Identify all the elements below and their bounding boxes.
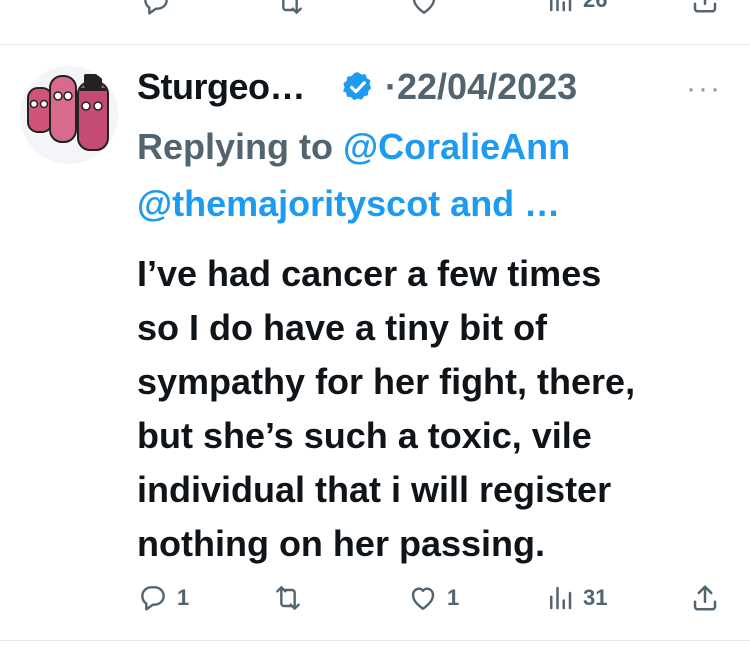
tweet-line-4: but she’s such a toxic, vile bbox=[137, 415, 592, 456]
tweet-line-2: so I do have a tiny bit of bbox=[137, 307, 548, 348]
retweet-icon bbox=[276, 586, 300, 610]
tweet-divider-bottom bbox=[0, 640, 750, 641]
replying-to-label: Replying to bbox=[137, 126, 333, 167]
tweet-line-1-pre: I’ve had bbox=[137, 253, 282, 294]
views-button-prev[interactable]: 26 bbox=[545, 0, 607, 16]
tweet-actions: 1 1 31 bbox=[0, 582, 750, 622]
replying-to-others[interactable]: @themajorityscot and … bbox=[137, 183, 560, 225]
views-icon bbox=[550, 586, 572, 610]
avatar-image bbox=[20, 66, 118, 164]
tweet-date[interactable]: ·22/04/2023 bbox=[385, 66, 577, 108]
views-button[interactable]: 31 bbox=[545, 582, 607, 614]
retweet-button-prev[interactable] bbox=[272, 0, 308, 18]
previous-tweet-actions: 26 bbox=[0, 0, 750, 26]
tweet-line-1-post: a few times bbox=[397, 253, 602, 294]
avatar[interactable] bbox=[20, 66, 118, 164]
tweet-line-6: nothing on her passing. bbox=[137, 523, 545, 564]
share-button[interactable] bbox=[690, 582, 720, 614]
date-text: 22/04/2023 bbox=[397, 66, 578, 107]
share-icon bbox=[693, 0, 717, 13]
reply-icon bbox=[141, 586, 165, 611]
reply-icon bbox=[144, 0, 168, 15]
replying-to-user-coralieann[interactable]: @CoralieAnn bbox=[343, 126, 570, 167]
views-count: 31 bbox=[583, 585, 608, 610]
tweet-text: I’ve had cancer a few times so I do have… bbox=[137, 247, 737, 571]
retweet-button[interactable] bbox=[270, 582, 306, 614]
like-count: 1 bbox=[447, 585, 460, 610]
tweet-line-1: I’ve had cancer a few times bbox=[137, 247, 737, 301]
like-icon bbox=[411, 587, 435, 610]
like-button-prev[interactable] bbox=[408, 0, 440, 18]
views-count-prev: 26 bbox=[583, 0, 607, 13]
tweet-line-3: sympathy for her fight, there, bbox=[137, 361, 636, 402]
like-icon bbox=[412, 0, 436, 14]
tweet-line-5: individual that i will register bbox=[137, 469, 612, 510]
verified-badge-icon bbox=[341, 70, 375, 109]
date-separator: · bbox=[385, 66, 397, 107]
reply-button[interactable]: 1 bbox=[137, 582, 189, 614]
retweet-icon bbox=[282, 0, 302, 14]
reply-count: 1 bbox=[177, 585, 190, 610]
reply-button-prev[interactable] bbox=[140, 0, 172, 18]
share-icon bbox=[693, 585, 717, 611]
share-button-prev[interactable] bbox=[690, 0, 720, 16]
tweet-highlight-cancer: cancer bbox=[281, 253, 398, 294]
like-button[interactable]: 1 bbox=[407, 582, 459, 614]
display-name[interactable]: Sturgeo… bbox=[137, 66, 306, 108]
tweet-divider-top bbox=[0, 44, 750, 45]
more-icon[interactable]: ··· bbox=[686, 74, 722, 104]
replying-to-line: Replying to @CoralieAnn bbox=[137, 126, 570, 168]
views-icon bbox=[550, 0, 572, 12]
